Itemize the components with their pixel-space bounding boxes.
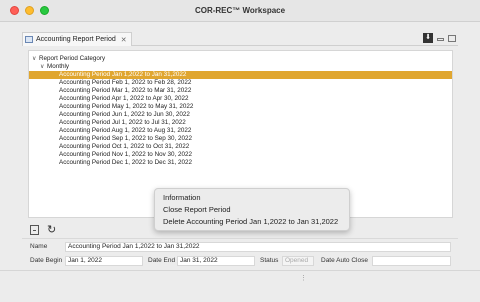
- tree-item[interactable]: Accounting Period Nov 1, 2022 to Nov 30,…: [59, 151, 192, 159]
- tree-item[interactable]: Accounting Period Oct 1, 2022 to Oct 31,…: [59, 143, 189, 151]
- download-icon[interactable]: ⬇: [423, 33, 433, 43]
- window-title: COR-REC™ Workspace: [194, 6, 286, 15]
- tree-item[interactable]: Accounting Period Jul 1, 2022 to Jul 31,…: [59, 119, 186, 127]
- tree-toolbar: ↻: [30, 225, 56, 236]
- tree-item-label: Accounting Period Aug 1, 2022 to Aug 31,…: [59, 127, 192, 134]
- window-titlebar: COR-REC™ Workspace: [0, 0, 480, 22]
- tree-item[interactable]: Accounting Period Feb 1, 2022 to Feb 28,…: [59, 79, 191, 87]
- tree-root-row[interactable]: ∨ Report Period Category: [32, 55, 105, 63]
- tree-group-row[interactable]: ∨ Monthly: [40, 63, 69, 71]
- tab-accounting-report-period[interactable]: Accounting Report Period ✕: [22, 32, 132, 46]
- tree-root-label: Report Period Category: [39, 55, 106, 62]
- date-end-field[interactable]: Jan 31, 2022: [177, 256, 255, 266]
- tree-item-selected[interactable]: Accounting Period Jan 1,2022 to Jan 31,2…: [29, 71, 452, 79]
- tree-item[interactable]: Accounting Period Mar 1, 2022 to Mar 31,…: [59, 87, 191, 95]
- tree-item-label: Accounting Period Oct 1, 2022 to Oct 31,…: [59, 143, 190, 150]
- tree-item-label: Accounting Period Sep 1, 2022 to Sep 30,…: [59, 135, 193, 142]
- menu-item-information[interactable]: Information: [163, 192, 201, 203]
- minimize-view-icon[interactable]: [437, 38, 444, 41]
- status-bar-divider: [0, 270, 480, 271]
- date-auto-close-label: Date Auto Close: [321, 257, 368, 264]
- tree-item-label: Accounting Period Nov 1, 2022 to Nov 30,…: [59, 151, 193, 158]
- divider: [22, 238, 458, 239]
- date-begin-label: Date Begin: [30, 257, 63, 264]
- tree-item[interactable]: Accounting Period Sep 1, 2022 to Sep 30,…: [59, 135, 192, 143]
- menu-item-delete-accounting-period[interactable]: Delete Accounting Period Jan 1,2022 to J…: [163, 216, 338, 227]
- tree-item[interactable]: Accounting Period May 1, 2022 to May 31,…: [59, 103, 193, 111]
- tree-item-label: Accounting Period May 1, 2022 to May 31,…: [59, 103, 194, 110]
- view-tab-bar: Accounting Report Period ✕ ⬇: [22, 32, 458, 46]
- tree-item-label: Accounting Period Apr 1, 2022 to Apr 30,…: [59, 95, 189, 102]
- tree-item[interactable]: Accounting Period Aug 1, 2022 to Aug 31,…: [59, 127, 191, 135]
- tree-item-label: Accounting Period Dec 1, 2022 to Dec 31,…: [59, 159, 193, 166]
- tree-item-label: Accounting Period Jan 1,2022 to Jan 31,2…: [59, 71, 187, 78]
- chevron-down-icon[interactable]: ∨: [40, 63, 47, 71]
- status-field: Opened: [282, 256, 314, 266]
- chevron-down-icon[interactable]: ∨: [32, 55, 39, 63]
- status-label: Status: [260, 257, 279, 264]
- tree-item[interactable]: Accounting Period Jun 1, 2022 to Jun 30,…: [59, 111, 190, 119]
- view-icon: [25, 36, 33, 43]
- tree-item[interactable]: Accounting Period Dec 1, 2022 to Dec 31,…: [59, 159, 192, 167]
- name-label: Name: [30, 243, 48, 250]
- tree-item-label: Accounting Period Jun 1, 2022 to Jun 30,…: [59, 111, 190, 118]
- tree-item[interactable]: Accounting Period Apr 1, 2022 to Apr 30,…: [59, 95, 189, 103]
- tree-item-label: Accounting Period Mar 1, 2022 to Mar 31,…: [59, 87, 192, 94]
- collapse-all-icon[interactable]: [30, 225, 39, 235]
- tab-close-icon[interactable]: ✕: [121, 36, 127, 44]
- date-begin-field[interactable]: Jan 1, 2022: [65, 256, 143, 266]
- tree-item-label: Accounting Period Feb 1, 2022 to Feb 28,…: [59, 79, 192, 86]
- tab-label: Accounting Report Period: [36, 36, 116, 43]
- refresh-icon[interactable]: ↻: [47, 225, 56, 236]
- resize-grip-icon[interactable]: ⋮: [300, 274, 307, 282]
- menu-item-close-report-period[interactable]: Close Report Period: [163, 204, 231, 215]
- context-menu: Information Close Report Period Delete A…: [154, 188, 350, 231]
- name-field[interactable]: Accounting Period Jan 1,2022 to Jan 31,2…: [65, 242, 451, 252]
- date-end-label: Date End: [148, 257, 176, 264]
- tree-group-label: Monthly: [47, 63, 70, 70]
- date-auto-close-field[interactable]: [372, 256, 451, 266]
- maximize-view-icon[interactable]: [448, 34, 456, 42]
- view-toolbar: ⬇: [423, 33, 456, 43]
- tree-item-label: Accounting Period Jul 1, 2022 to Jul 31,…: [59, 119, 186, 126]
